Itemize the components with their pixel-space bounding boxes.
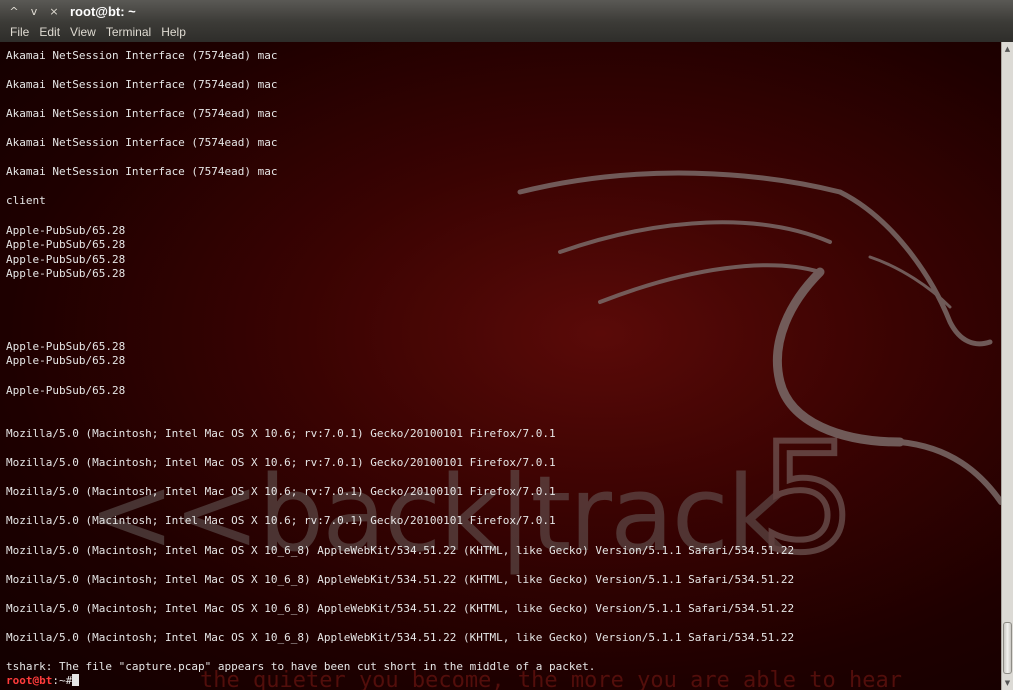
- terminal-line: Akamai NetSession Interface (7574ead) ma…: [6, 165, 278, 179]
- vertical-scrollbar[interactable]: ▲ ▼: [1001, 42, 1013, 690]
- window-title: root@bt: ~: [70, 3, 136, 19]
- terminal-window: ^ v × root@bt: ~ File Edit View Terminal…: [0, 0, 1013, 690]
- close-window-button[interactable]: ×: [46, 3, 62, 19]
- terminal-line: Apple-PubSub/65.28: [6, 354, 126, 368]
- terminal-line: Apple-PubSub/65.28: [6, 267, 126, 281]
- terminal-line: client: [6, 194, 46, 208]
- terminal-line: Mozilla/5.0 (Macintosh; Intel Mac OS X 1…: [6, 630, 795, 644]
- terminal-line: Mozilla/5.0 (Macintosh; Intel Mac OS X 1…: [6, 543, 795, 557]
- maximize-window-button[interactable]: v: [26, 3, 42, 19]
- terminal-line: Akamai NetSession Interface (7574ead) ma…: [6, 78, 278, 92]
- terminal-line: Akamai NetSession Interface (7574ead) ma…: [6, 107, 278, 121]
- menu-help[interactable]: Help: [157, 25, 190, 39]
- terminal-line: Mozilla/5.0 (Macintosh; Intel Mac OS X 1…: [6, 456, 556, 470]
- terminal-line: Akamai NetSession Interface (7574ead) ma…: [6, 136, 278, 150]
- terminal-line: Mozilla/5.0 (Macintosh; Intel Mac OS X 1…: [6, 427, 556, 441]
- terminal-line: Apple-PubSub/65.28: [6, 252, 126, 266]
- terminal-line: Mozilla/5.0 (Macintosh; Intel Mac OS X 1…: [6, 572, 795, 586]
- terminal-line: tshark: The file "capture.pcap" appears …: [6, 659, 596, 673]
- text-cursor: [72, 674, 80, 687]
- minimize-window-button[interactable]: ^: [6, 3, 22, 19]
- scroll-up-arrow-icon[interactable]: ▲: [1002, 44, 1013, 54]
- terminal-line: Mozilla/5.0 (Macintosh; Intel Mac OS X 1…: [6, 514, 556, 528]
- scroll-down-arrow-icon[interactable]: ▼: [1002, 678, 1013, 688]
- title-bar: ^ v × root@bt: ~: [0, 0, 1013, 22]
- terminal-line: Apple-PubSub/65.28: [6, 223, 126, 237]
- shell-prompt[interactable]: root@bt:~#: [6, 674, 996, 689]
- terminal-line: Akamai NetSession Interface (7574ead) ma…: [6, 48, 278, 62]
- terminal-line: Apple-PubSub/65.28: [6, 238, 126, 252]
- prompt-path: :~#: [52, 674, 73, 688]
- menu-view[interactable]: View: [66, 25, 100, 39]
- scroll-thumb[interactable]: [1003, 622, 1012, 674]
- prompt-user-host: root@bt: [6, 674, 53, 688]
- terminal-line: Apple-PubSub/65.28: [6, 383, 126, 397]
- menu-edit[interactable]: Edit: [35, 25, 64, 39]
- menu-file[interactable]: File: [6, 25, 33, 39]
- terminal-line: Mozilla/5.0 (Macintosh; Intel Mac OS X 1…: [6, 485, 556, 499]
- menu-bar: File Edit View Terminal Help: [0, 22, 1013, 42]
- terminal-output-area[interactable]: <<back|track 5 the quieter you become, t…: [0, 42, 1001, 690]
- terminal-line: Mozilla/5.0 (Macintosh; Intel Mac OS X 1…: [6, 601, 795, 615]
- menu-terminal[interactable]: Terminal: [102, 25, 155, 39]
- terminal-line: Apple-PubSub/65.28: [6, 339, 126, 353]
- terminal-text: Akamai NetSession Interface (7574ead) ma…: [6, 49, 996, 689]
